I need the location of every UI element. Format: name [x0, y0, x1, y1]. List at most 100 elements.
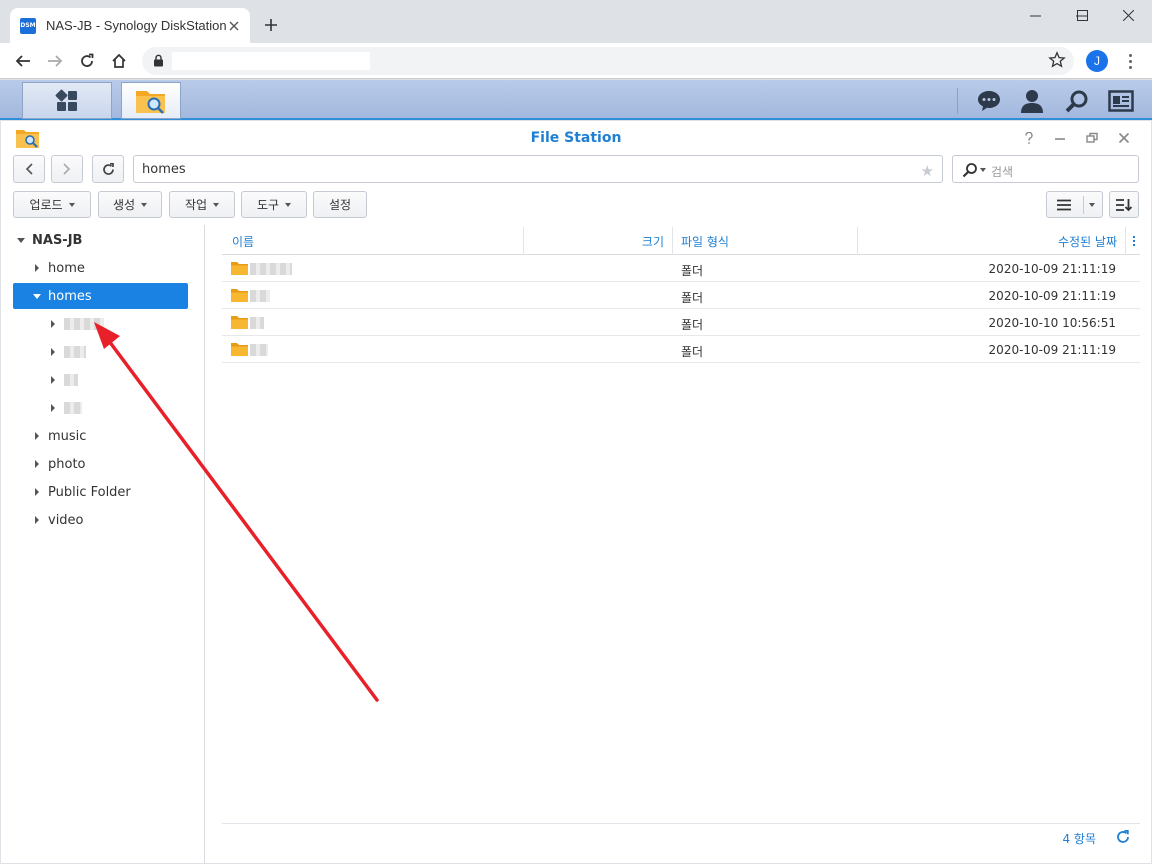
upload-button[interactable]: 업로드: [13, 191, 91, 218]
search-icon[interactable]: [1063, 88, 1091, 114]
table-row[interactable]: 폴더 2020-10-09 21:11:19: [222, 282, 1140, 309]
browser-toolbar: J: [0, 43, 1152, 79]
file-station-titlebar: File Station: [1, 121, 1151, 155]
address-url[interactable]: [172, 52, 370, 70]
column-type[interactable]: 파일 형식: [681, 227, 729, 255]
expand-triangle-icon[interactable]: [35, 460, 39, 468]
file-station-window: File Station homes ★ 검색 업로드 생성 작업 도구 설정 …: [1, 121, 1151, 863]
table-row[interactable]: 폴더 2020-10-10 10:56:51: [222, 309, 1140, 336]
forward-button[interactable]: [51, 155, 83, 183]
tree-root[interactable]: NAS-JB: [17, 227, 82, 253]
window-close-icon[interactable]: [1105, 0, 1151, 30]
blurred-file-name: [250, 344, 268, 356]
tree-item-video[interactable]: video: [35, 507, 84, 533]
sort-button[interactable]: [1109, 191, 1139, 218]
back-button[interactable]: [13, 155, 45, 183]
tools-button[interactable]: 도구: [241, 191, 307, 218]
reload-icon[interactable]: [74, 48, 100, 74]
tools-label: 도구: [256, 198, 280, 212]
search-field[interactable]: 검색: [952, 155, 1139, 183]
browser-menu-icon[interactable]: [1122, 51, 1138, 71]
tree-item-homes[interactable]: homes: [13, 283, 188, 309]
column-name[interactable]: 이름: [232, 227, 254, 255]
chat-icon[interactable]: [975, 88, 1003, 114]
minimize-icon[interactable]: [1051, 129, 1069, 147]
column-divider[interactable]: [1125, 227, 1126, 255]
blurred-folder-name: [64, 402, 82, 414]
tree-item-label: Public Folder: [48, 484, 131, 500]
folder-icon: [231, 343, 248, 356]
tree-item-home[interactable]: home: [35, 255, 85, 281]
refresh-button[interactable]: [92, 155, 124, 183]
item-count: 4 항목: [1062, 832, 1096, 846]
search-dropdown-icon[interactable]: [962, 162, 986, 178]
create-button[interactable]: 생성: [98, 191, 162, 218]
favorite-star-icon[interactable]: ★: [921, 162, 934, 180]
view-mode-button[interactable]: [1046, 191, 1103, 218]
collapse-triangle-icon[interactable]: [33, 293, 41, 299]
column-size[interactable]: 크기: [524, 227, 664, 255]
tree-root-label: NAS-JB: [32, 232, 83, 248]
expand-triangle-icon[interactable]: [51, 376, 55, 384]
taskbar-separator: [957, 88, 958, 114]
tree-item-user[interactable]: [51, 367, 78, 393]
path-bar[interactable]: homes ★: [133, 155, 943, 183]
file-station-icon: [136, 90, 165, 114]
tree-item-user[interactable]: [51, 339, 86, 365]
home-icon[interactable]: [106, 48, 132, 74]
blurred-folder-name: [64, 374, 78, 386]
collapse-triangle-icon[interactable]: [17, 237, 25, 243]
expand-triangle-icon[interactable]: [35, 264, 39, 272]
expand-triangle-icon[interactable]: [51, 404, 55, 412]
settings-button[interactable]: 설정: [313, 191, 367, 218]
tab-title: NAS-JB - Synology DiskStation: [46, 18, 226, 33]
row-type: 폴더: [681, 264, 704, 278]
main-menu-button[interactable]: [22, 82, 112, 119]
window-minimize-icon[interactable]: [1012, 0, 1058, 30]
column-divider[interactable]: [672, 227, 673, 255]
column-options-icon[interactable]: [1131, 227, 1137, 255]
tree-item-photo[interactable]: photo: [35, 451, 86, 477]
footer-refresh-icon[interactable]: [1116, 829, 1130, 848]
column-type-label: 파일 형식: [681, 234, 729, 249]
tree-item-label: video: [48, 512, 84, 528]
settings-label: 설정: [328, 198, 352, 212]
browser-tab[interactable]: DSM NAS-JB - Synology DiskStation: [10, 8, 250, 43]
tree-item-user[interactable]: [51, 395, 82, 421]
tab-close-icon[interactable]: [226, 18, 242, 34]
column-modified[interactable]: 수정된 날짜: [858, 227, 1117, 255]
table-row[interactable]: 폴더 2020-10-09 21:11:19: [222, 255, 1140, 282]
path-text: homes: [142, 162, 186, 177]
help-icon[interactable]: [1020, 129, 1038, 147]
window-maximize-icon[interactable]: [1059, 0, 1105, 30]
tree-item-user[interactable]: [51, 311, 104, 337]
tree-item-music[interactable]: music: [35, 423, 86, 449]
bookmark-star-icon[interactable]: [1048, 51, 1066, 73]
expand-triangle-icon[interactable]: [51, 348, 55, 356]
table-row[interactable]: 폴더 2020-10-09 21:11:19: [222, 336, 1140, 363]
tree-item-label: home: [48, 260, 85, 276]
file-list-footer: 4 항목: [222, 823, 1140, 851]
expand-triangle-icon[interactable]: [35, 516, 39, 524]
dsm-favicon-icon: DSM: [20, 17, 36, 34]
widgets-icon[interactable]: [1107, 88, 1135, 114]
restore-icon[interactable]: [1083, 129, 1101, 147]
tree-item-public-folder[interactable]: Public Folder: [35, 479, 131, 505]
action-button[interactable]: 작업: [169, 191, 235, 218]
close-icon[interactable]: [1115, 129, 1133, 147]
row-type: 폴더: [681, 291, 704, 305]
folder-icon: [231, 262, 248, 275]
new-tab-icon[interactable]: [260, 14, 282, 36]
expand-triangle-icon[interactable]: [51, 320, 55, 328]
expand-triangle-icon[interactable]: [35, 432, 39, 440]
folder-icon: [231, 289, 248, 302]
file-station-taskbar-button[interactable]: [121, 82, 181, 119]
address-bar[interactable]: [142, 47, 1074, 75]
expand-triangle-icon[interactable]: [35, 488, 39, 496]
forward-arrow-icon[interactable]: [42, 48, 68, 74]
tree-item-label: music: [48, 428, 87, 444]
upload-label: 업로드: [29, 198, 63, 212]
profile-avatar[interactable]: J: [1086, 50, 1108, 72]
user-icon[interactable]: [1018, 88, 1046, 114]
back-arrow-icon[interactable]: [10, 48, 36, 74]
